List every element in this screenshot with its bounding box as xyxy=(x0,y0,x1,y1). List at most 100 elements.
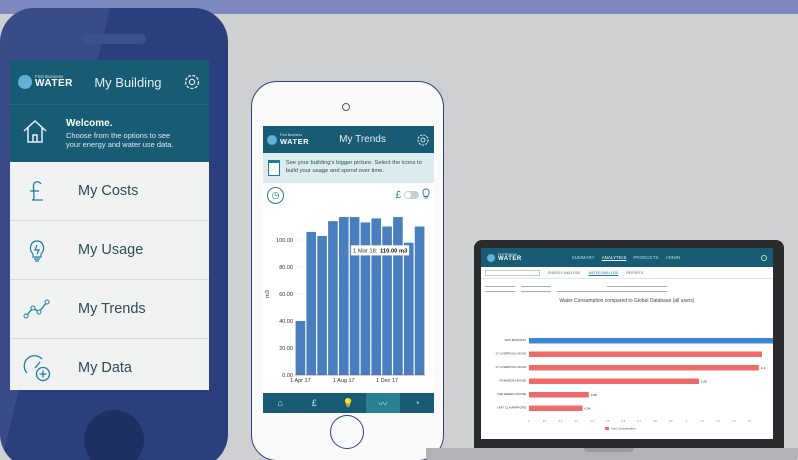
info-text: See your building's bigger picture. Sele… xyxy=(285,160,422,174)
date-field[interactable] xyxy=(485,287,515,292)
currency-icon[interactable]: £ xyxy=(395,190,401,201)
info-banner: See your building's bigger picture. Sele… xyxy=(263,153,434,183)
x-tick-label: 0.7 xyxy=(637,419,641,423)
x-tick-label: 1 xyxy=(686,419,688,423)
x-tick-label: 1 Aug 17 xyxy=(333,378,355,384)
menu-label: My Usage xyxy=(78,242,144,258)
brand-logo: First Business WATER xyxy=(18,74,73,90)
bar-value-label: 1.4 xyxy=(761,366,766,370)
trend-line-icon xyxy=(22,294,52,324)
chart-toolbar: ◷ £ xyxy=(263,183,434,207)
phone-camera xyxy=(342,103,350,111)
comparison-bar xyxy=(529,378,700,384)
building-select[interactable] xyxy=(485,269,540,276)
water-drop-icon xyxy=(18,75,32,89)
phone-home-button[interactable] xyxy=(84,410,144,460)
tab-energy-analysis[interactable]: ENERGY ANALYSIS xyxy=(548,271,580,275)
chart-bar xyxy=(403,242,414,375)
chart-bar xyxy=(317,235,327,375)
x-tick-label: 0.6 xyxy=(622,419,626,423)
data-gauge-icon xyxy=(22,353,52,383)
comparison-bar xyxy=(529,338,773,344)
menu-item-my-usage[interactable]: My Usage xyxy=(10,221,209,280)
menu-label: My Costs xyxy=(78,183,139,199)
brand-big: WATER xyxy=(35,78,73,90)
phone-left: First Business WATER My Building Welcome… xyxy=(0,8,228,460)
chart-bar xyxy=(414,226,425,375)
screen-title: My Trends xyxy=(339,134,386,145)
period-options[interactable] xyxy=(557,287,667,292)
y-tick-label: 60.00 xyxy=(279,292,293,298)
menu-item-my-costs[interactable]: My Costs xyxy=(10,162,209,221)
chart-bar xyxy=(328,221,338,375)
menu-label: My Trends xyxy=(78,301,146,317)
laptop-notch xyxy=(584,448,634,452)
x-tick-label: 1 Apr 17 xyxy=(290,378,311,384)
chart-bar xyxy=(338,217,349,375)
date-field[interactable] xyxy=(521,287,551,292)
y-axis-label: m3 xyxy=(265,290,271,298)
bar-label: THE GREEN HOUSE xyxy=(497,392,526,396)
bar-label: 17 LIVERPOOL ROAD xyxy=(495,352,526,356)
data-gauge-icon[interactable]: ◔ xyxy=(400,393,434,413)
cost-usage-toggle[interactable] xyxy=(404,191,419,199)
bar-value-label: 0.38 xyxy=(591,393,597,397)
brand-big: WATER xyxy=(280,136,310,146)
top-nav: First Business WATER SUMMARY ANALYTICS P… xyxy=(481,248,773,267)
comparison-bar xyxy=(529,351,762,357)
sub-nav: ENERGY ANALYSIS WATER ANALYSIS REPORTS xyxy=(481,267,773,279)
x-tick-label: 0.5 xyxy=(606,419,610,423)
tooltip-date: 1 Mar 18: xyxy=(353,248,378,254)
bar-value-label: 0.34 xyxy=(585,407,591,411)
welcome-text: Choose from the options to see your ener… xyxy=(66,130,174,149)
screen-title: My Building xyxy=(94,74,162,90)
bar-label: 17 LIVERPOOL ROAD xyxy=(495,365,526,369)
chart-bar xyxy=(371,218,382,375)
phone-speaker xyxy=(82,34,146,44)
laptop: First Business WATER SUMMARY ANALYTICS P… xyxy=(474,240,784,448)
app-header: First Business WATER My Trends xyxy=(263,126,434,153)
x-tick-label: 0.1 xyxy=(543,419,547,423)
y-tick-label: 40.00 xyxy=(279,319,293,325)
home-icon xyxy=(20,116,50,151)
x-tick-label: 1.2 xyxy=(716,419,720,423)
x-tick-label: 0.2 xyxy=(559,419,563,423)
nav-link-products[interactable]: PRODUCTS xyxy=(633,255,658,260)
nav-link-summary[interactable]: SUMMARY xyxy=(572,255,595,260)
user-icon[interactable] xyxy=(761,254,767,261)
home-icon[interactable]: ⌂ xyxy=(263,393,297,413)
tooltip-value: 110.00 m3 xyxy=(380,248,408,254)
lightbulb-icon[interactable]: 💡 xyxy=(331,393,365,413)
calendar-icon[interactable] xyxy=(268,160,280,176)
pound-icon[interactable]: £ xyxy=(297,393,331,413)
comparison-bar xyxy=(529,392,589,398)
y-tick-label: 100.00 xyxy=(276,238,293,244)
chart-bar xyxy=(349,217,360,375)
water-drop-icon xyxy=(487,253,495,262)
settings-gear-icon[interactable] xyxy=(416,133,430,147)
filter-form xyxy=(481,279,773,295)
bottom-nav: ⌂ £ 💡 〰 ◔ xyxy=(263,393,434,413)
settings-gear-icon[interactable] xyxy=(183,73,201,91)
nav-link-admin[interactable]: ADMIN xyxy=(666,255,681,260)
menu-item-my-trends[interactable]: My Trends xyxy=(10,280,209,339)
analytics-screen: First Business WATER SUMMARY ANALYTICS P… xyxy=(481,248,773,439)
bar-label: RYMANDS HOUSE xyxy=(500,379,526,383)
phone-home-button[interactable] xyxy=(330,415,364,449)
my-building-screen: First Business WATER My Building Welcome… xyxy=(10,60,209,390)
tab-water-analysis[interactable]: WATER ANALYSIS xyxy=(588,271,618,275)
nav-link-analytics[interactable]: ANALYTICS xyxy=(602,255,627,260)
dial-icon[interactable]: ◷ xyxy=(267,186,284,204)
comparison-bar xyxy=(529,405,583,411)
comparison-bar-chart: THIS BUILDING 17 LIVERPOOL ROAD 17 LIVERPO… xyxy=(495,338,773,431)
tab-reports[interactable]: REPORTS xyxy=(626,271,643,275)
laptop-base xyxy=(426,448,798,460)
trend-line-icon[interactable]: 〰 xyxy=(365,393,400,413)
my-trends-screen: First Business WATER My Trends See your … xyxy=(263,126,434,413)
lightbulb-icon[interactable] xyxy=(422,188,430,202)
pound-icon xyxy=(22,176,52,206)
x-tick-label: 0.4 xyxy=(590,419,594,423)
x-tick-label: 1 Dec 17 xyxy=(376,378,398,384)
chart-bar xyxy=(295,321,306,375)
menu-item-my-data[interactable]: My Data xyxy=(10,339,209,390)
